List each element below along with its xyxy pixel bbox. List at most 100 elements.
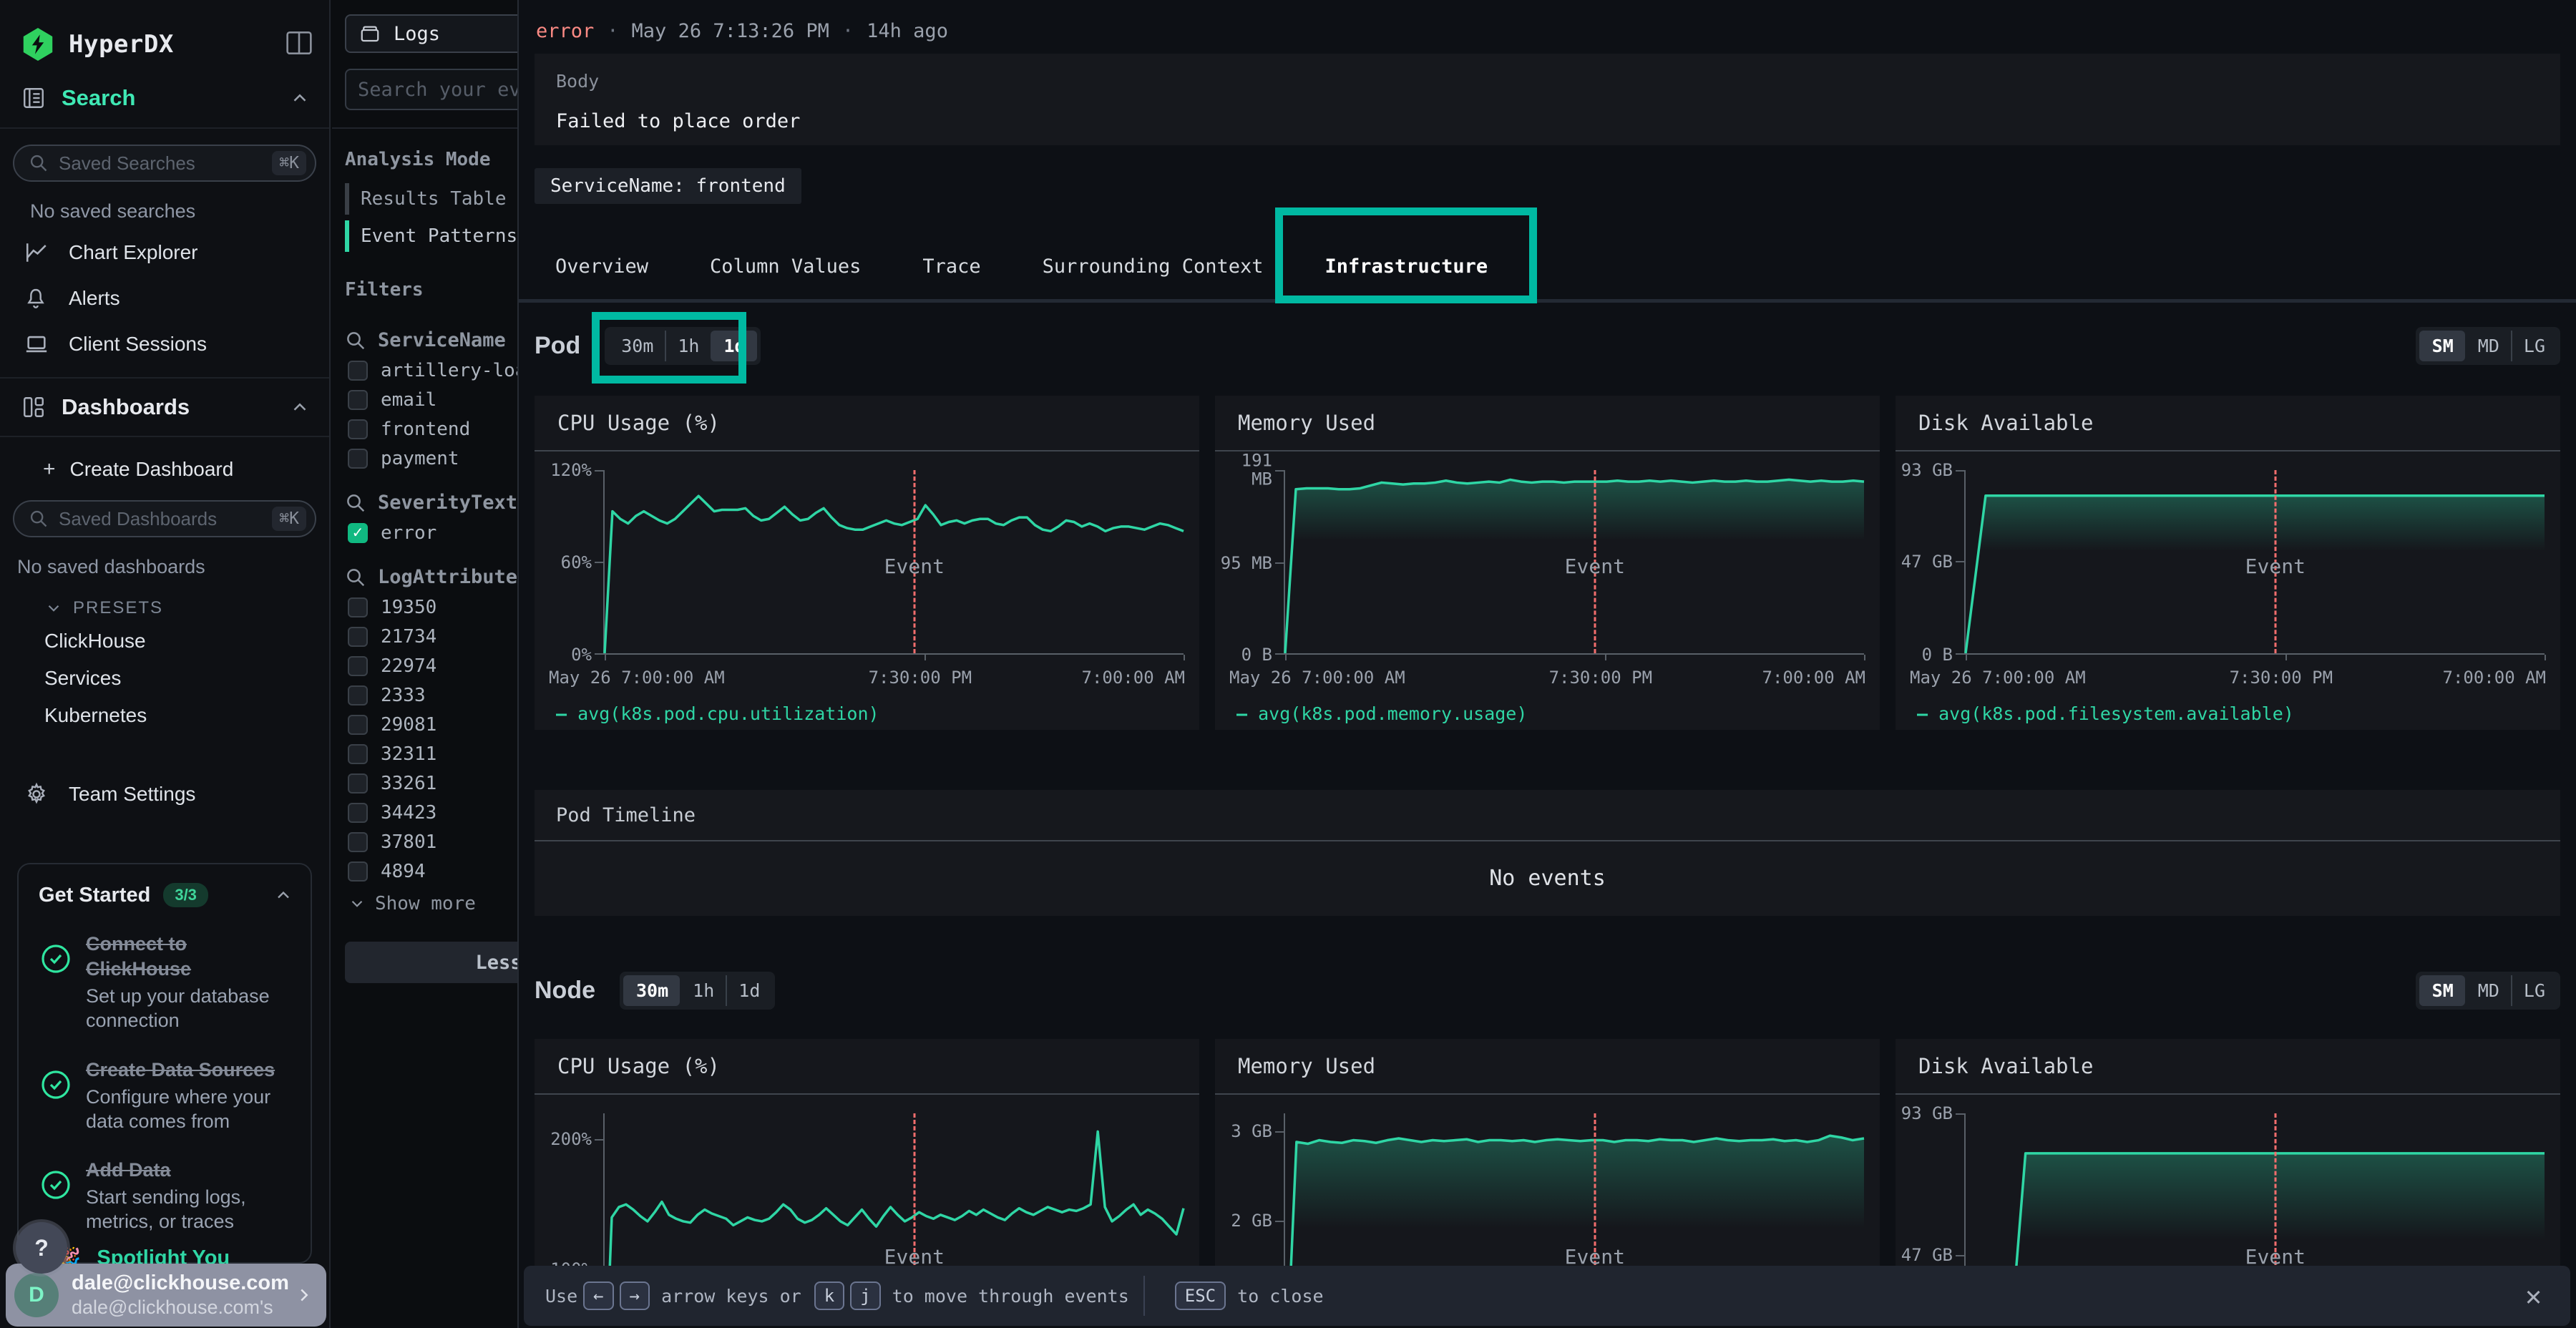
sidebar-item-chart-explorer[interactable]: Chart Explorer [13,230,316,275]
chart-legend: — avg(k8s.pod.filesystem.available) [1896,688,2560,724]
create-dashboard-button[interactable]: + Create Dashboard [13,449,316,490]
get-started-item[interactable]: Add Data Start sending logs, metrics, or… [39,1158,293,1234]
sidebar-item-label: Alerts [69,287,120,310]
body-label: Body [556,71,2539,92]
checkbox[interactable] [348,627,368,647]
sidebar-item-services[interactable]: Services [13,660,316,697]
range-30m[interactable]: 30m [623,975,680,1006]
task-subtitle: Configure where your data comes from [86,1085,293,1134]
x-axis-tick: 7:30:00 PM [869,668,972,688]
collapse-sidebar-icon[interactable] [285,30,313,59]
get-started-item[interactable]: Create Data Sources Configure where your… [39,1058,293,1134]
saved-searches-input[interactable]: Saved Searches ⌘K [13,145,316,182]
chart-legend: — avg(k8s.pod.cpu.utilization) [535,688,1199,724]
checkbox[interactable] [348,361,368,381]
sidebar-item-team-settings[interactable]: Team Settings [13,771,316,817]
chart-title: Disk Available [1896,1039,2560,1095]
k-key: k [814,1281,844,1310]
checkbox[interactable] [348,744,368,764]
chevron-down-icon [44,599,63,617]
range-1d[interactable]: 1d [711,331,756,361]
tab-column-values[interactable]: Column Values [710,234,861,299]
shortcut-badge: ⌘K [272,151,306,175]
tab-infrastructure[interactable]: Infrastructure [1325,234,1488,299]
sidebar-item-alerts[interactable]: Alerts [13,275,316,321]
size-md[interactable]: MD [2465,975,2511,1006]
close-icon[interactable]: ✕ [2525,1280,2542,1312]
task-title: Create Data Sources [86,1058,293,1083]
tab-surrounding-context[interactable]: Surrounding Context [1043,234,1264,299]
checkbox[interactable] [348,861,368,882]
sidebar-item-dashboards[interactable]: Dashboards [0,377,329,437]
get-started-badge: 3/3 [163,883,208,907]
avatar: D [14,1273,59,1317]
service-name-chip[interactable]: ServiceName: frontend [535,168,801,204]
presets-toggle[interactable]: PRESETS [13,585,316,622]
range-1h[interactable]: 1h [680,975,726,1006]
size-sm[interactable]: SM [2419,331,2465,361]
chevron-up-icon[interactable] [289,396,311,418]
help-button[interactable]: ? [16,1222,67,1274]
checkbox[interactable] [348,685,368,706]
size-lg[interactable]: LG [2511,975,2557,1006]
range-1h[interactable]: 1h [665,331,711,361]
checkbox[interactable] [348,656,368,676]
detail-tabs: Overview Column Values Trace Surrounding… [519,234,2576,303]
checkbox[interactable] [348,773,368,794]
x-axis-tick: May 26 7:00:00 AM [1910,668,2086,688]
event-detail-panel: error · May 26 7:13:26 PM · 14h ago Body… [517,0,2576,1328]
tab-trace[interactable]: Trace [922,234,980,299]
checkbox[interactable] [348,449,368,469]
size-sm[interactable]: SM [2419,975,2465,1006]
saved-dashboards-placeholder: Saved Dashboards [59,508,217,530]
sidebar: HyperDX Search Saved Searches ⌘K No save… [0,0,331,1328]
checkbox[interactable]: ✓ [348,523,368,543]
chart-title: Memory Used [1215,1039,1880,1095]
size-lg[interactable]: LG [2511,331,2557,361]
checkbox[interactable] [348,597,368,617]
search-icon [345,330,366,351]
range-30m[interactable]: 30m [608,331,665,361]
user-org: dale@clickhouse.com's [72,1297,289,1319]
task-title: Connect to ClickHouse [86,932,265,982]
checkbox[interactable] [348,803,368,823]
chart-icon [24,240,53,265]
sidebar-item-search[interactable]: Search [0,69,329,129]
chevron-up-icon[interactable] [289,87,311,109]
chart-title: Disk Available [1896,396,2560,451]
bell-icon [24,287,53,310]
checkbox[interactable] [348,832,368,852]
divider [1143,1276,1145,1316]
user-menu[interactable]: D dale@clickhouse.com dale@clickhouse.co… [6,1264,326,1327]
saved-dashboards-input[interactable]: Saved Dashboards ⌘K [13,500,316,537]
event-timestamp: May 26 7:13:26 PM [632,20,829,42]
sidebar-item-client-sessions[interactable]: Client Sessions [13,321,316,367]
chevron-up-icon[interactable] [273,885,293,905]
source-label: Logs [394,23,440,45]
event-age: 14h ago [867,20,948,42]
x-axis-tick: 7:00:00 AM [2443,668,2547,688]
esc-key: ESC [1175,1281,1226,1310]
node-cpu-chart: CPU Usage (%) 200%100%Event [535,1039,1199,1271]
checkbox[interactable] [348,715,368,735]
y-axis-tick: 47 GB [1897,552,1953,570]
chart-title: Memory Used [1215,396,1880,451]
chart-title: CPU Usage (%) [535,396,1199,451]
left-arrow-key: ← [583,1281,613,1310]
keyboard-hints-bar: Use ← → arrow keys or k j to move throug… [524,1266,2570,1326]
sidebar-item-clickhouse[interactable]: ClickHouse [13,622,316,660]
brand-name: HyperDX [69,30,174,59]
sidebar-item-kubernetes[interactable]: Kubernetes [13,697,316,734]
logs-source-icon [359,23,381,44]
get-started-item[interactable]: Connect to ClickHouse Set up your databa… [39,932,293,1033]
checkbox[interactable] [348,419,368,439]
size-md[interactable]: MD [2465,331,2511,361]
hint-text: to move through events [892,1286,1129,1307]
tab-overview[interactable]: Overview [555,234,648,299]
saved-searches-placeholder: Saved Searches [59,152,195,175]
sidebar-item-label: Dashboards [62,394,190,420]
checkbox[interactable] [348,390,368,410]
pod-charts: CPU Usage (%) 120%60%0%Event May 26 7:00… [535,396,2560,730]
node-charts: CPU Usage (%) 200%100%Event Memory Used … [535,1039,2560,1271]
range-1d[interactable]: 1d [726,975,771,1006]
